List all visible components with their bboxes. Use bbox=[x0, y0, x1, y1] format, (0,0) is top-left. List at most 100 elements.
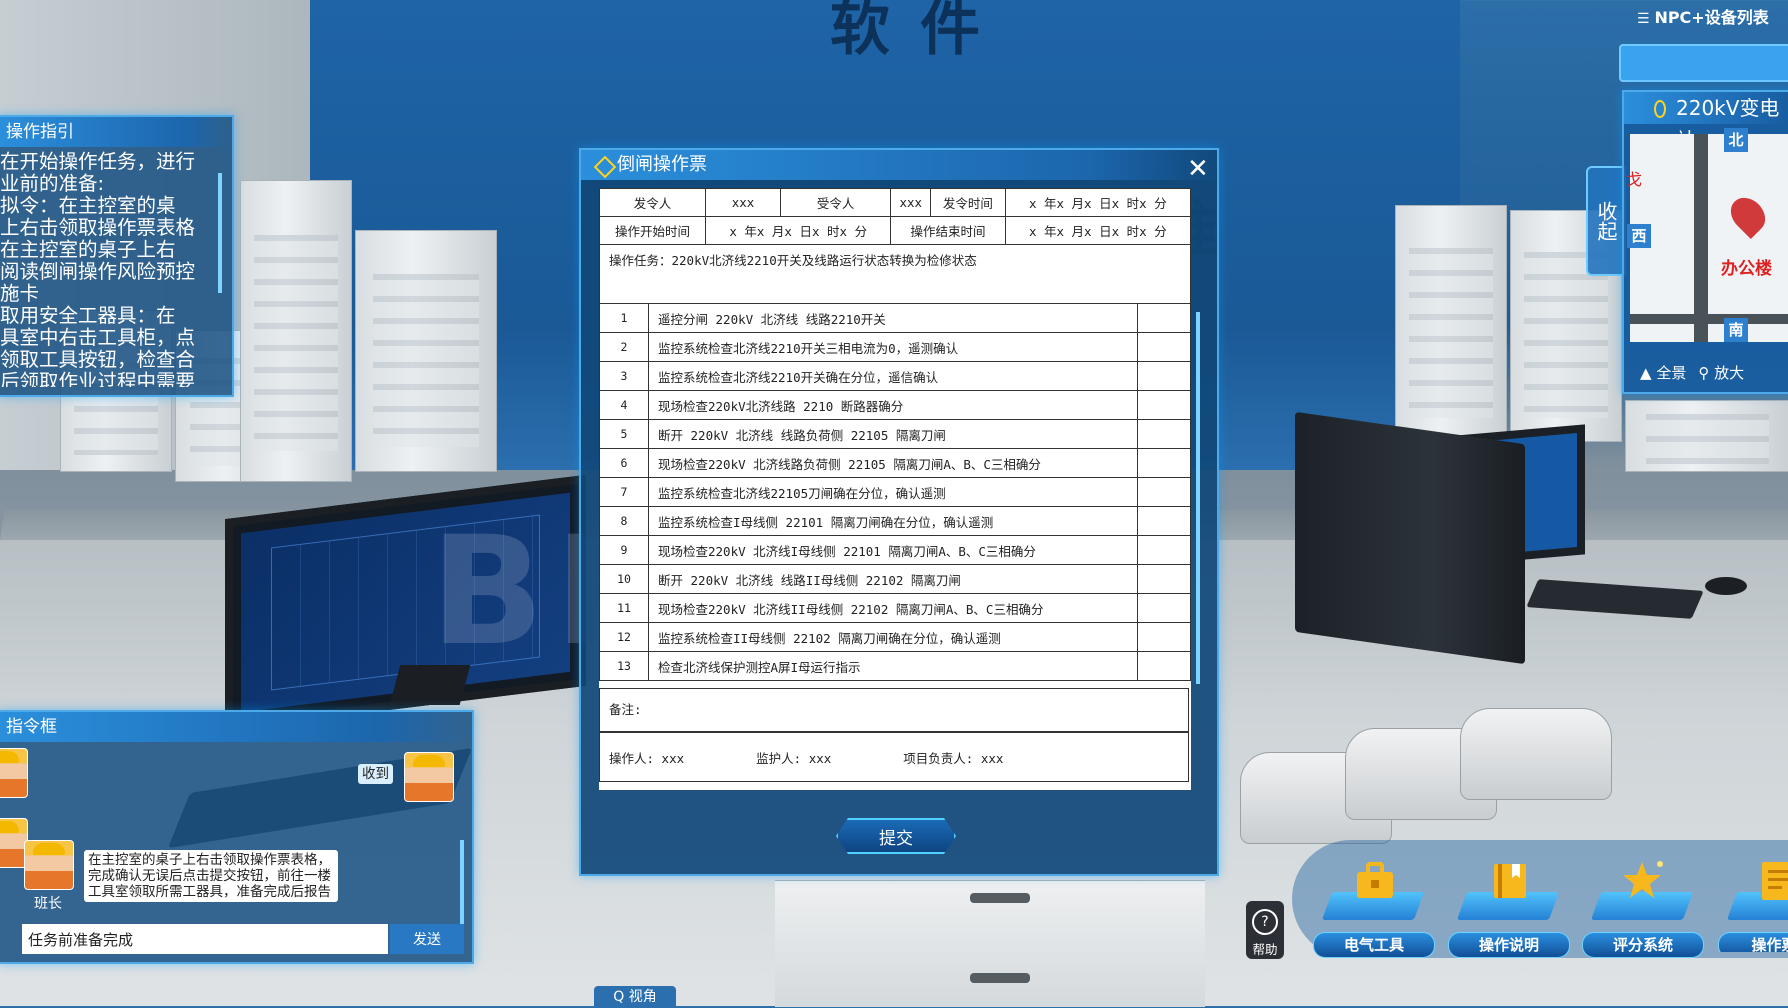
table-row: 1 遥控分闸 220kV 北济线 线路2210开关 bbox=[599, 303, 1191, 333]
ticket-scrollbar[interactable] bbox=[1196, 312, 1200, 684]
issue-time-value[interactable]: x 年x 月x 日x 时x 分 bbox=[1004, 188, 1191, 217]
tool-ticket-label: 操作票 bbox=[1718, 932, 1788, 952]
drawer-handle bbox=[970, 893, 1030, 903]
tool-ticket[interactable]: 操作票 bbox=[1718, 852, 1788, 952]
map-road bbox=[1630, 314, 1788, 324]
table-row: 8 监控系统检查I母线侧 22101 隔离刀闸确在分位，确认遥测 bbox=[599, 506, 1191, 536]
step-check-cell[interactable] bbox=[1137, 390, 1191, 420]
step-check-cell[interactable] bbox=[1137, 419, 1191, 449]
receiver-value[interactable]: xxx bbox=[890, 188, 932, 217]
ticket-title: 倒闸操作票 bbox=[617, 154, 707, 175]
table-row: 7 监控系统检查北济线22105刀闸确在分位，确认遥测 bbox=[599, 477, 1191, 507]
worker-avatar bbox=[404, 752, 454, 802]
received-label: 收到 bbox=[358, 764, 393, 784]
command-scrollbar[interactable] bbox=[460, 840, 464, 930]
step-check-cell[interactable] bbox=[1137, 448, 1191, 478]
step-text: 断开 220kV 北济线 线路II母线侧 22102 隔离刀闸 bbox=[648, 564, 1138, 594]
map-tools: ▲ 全景 ⚲ 放大 bbox=[1640, 362, 1788, 386]
map-road bbox=[1694, 134, 1708, 342]
toolbox-icon bbox=[1357, 862, 1393, 898]
guardian: 监护人: xxx bbox=[756, 750, 832, 766]
step-text: 监控系统检查I母线侧 22101 隔离刀闸确在分位，确认遥测 bbox=[648, 506, 1138, 536]
step-check-cell[interactable] bbox=[1137, 651, 1191, 681]
step-number: 8 bbox=[599, 506, 649, 536]
phone[interactable] bbox=[1460, 708, 1612, 800]
guide-title: 操作指引 bbox=[0, 117, 232, 147]
close-button[interactable]: ✕ bbox=[1181, 154, 1209, 181]
step-check-cell[interactable] bbox=[1137, 361, 1191, 391]
step-number: 10 bbox=[599, 564, 649, 594]
submit-button[interactable]: 提交 bbox=[836, 818, 956, 854]
table-row: 2 监控系统检查北济线2210开关三相电流为0，遥测确认 bbox=[599, 332, 1191, 362]
minimap[interactable] bbox=[1630, 134, 1788, 342]
table-row: 11 现场检查220kV 北济线II母线侧 22102 隔离刀闸A、B、C三相确分 bbox=[599, 593, 1191, 623]
tool-instructions[interactable]: 操作说明 bbox=[1448, 852, 1570, 958]
step-number: 3 bbox=[599, 361, 649, 391]
step-check-cell[interactable] bbox=[1137, 477, 1191, 507]
project-manager: 项目负责人: xxx bbox=[903, 750, 1004, 766]
operator: 操作人: xxx bbox=[609, 750, 685, 766]
table-row: 3 监控系统检查北济线2210开关确在分位，遥信确认 bbox=[599, 361, 1191, 391]
cabinet bbox=[355, 230, 497, 472]
step-check-cell[interactable] bbox=[1137, 564, 1191, 594]
step-number: 6 bbox=[599, 448, 649, 478]
step-text: 遥控分闸 220kV 北济线 线路2210开关 bbox=[648, 303, 1138, 333]
cabinet bbox=[1395, 205, 1507, 442]
compass-west: 西 bbox=[1627, 224, 1651, 248]
table-row: 9 现场检查220kV 北济线I母线侧 22101 隔离刀闸A、B、C三相确分 bbox=[599, 535, 1191, 565]
view-angle-button[interactable]: Q 视角 bbox=[594, 986, 676, 1008]
receiver-label: 受令人 bbox=[779, 188, 892, 217]
tool-scoring-label: 评分系统 bbox=[1582, 932, 1704, 958]
step-check-cell[interactable] bbox=[1137, 332, 1191, 362]
step-check-cell[interactable] bbox=[1137, 506, 1191, 536]
table-row: 6 现场检查220kV 北济线路负荷侧 22105 隔离刀闸A、B、C三相确分 bbox=[599, 448, 1191, 478]
list-icon: ☰ bbox=[1637, 11, 1655, 27]
help-button[interactable]: ? 帮助 bbox=[1246, 901, 1284, 959]
star-icon bbox=[1623, 861, 1663, 898]
zoom-in-button[interactable]: ⚲ 放大 bbox=[1698, 362, 1744, 386]
wall-title-text: 软件 bbox=[830, 0, 1010, 64]
fold-button[interactable]: 收起 bbox=[1586, 166, 1626, 276]
command-title: 指令框 bbox=[0, 712, 472, 742]
step-number: 12 bbox=[599, 622, 649, 652]
step-text: 现场检查220kV 北济线路负荷侧 22105 隔离刀闸A、B、C三相确分 bbox=[648, 448, 1138, 478]
guide-scrollbar[interactable] bbox=[218, 173, 222, 293]
book-icon bbox=[1494, 864, 1526, 898]
command-input[interactable] bbox=[22, 924, 388, 954]
help-label: 帮助 bbox=[1252, 942, 1278, 957]
issuer-label: 发令人 bbox=[599, 188, 707, 217]
step-text: 监控系统检查北济线2210开关三相电流为0，遥测确认 bbox=[648, 332, 1138, 362]
end-time-label: 操作结束时间 bbox=[890, 216, 1006, 245]
table-row: 4 现场检查220kV北济线路 2210 断路器确分 bbox=[599, 390, 1191, 420]
table-row: 10 断开 220kV 北济线 线路II母线侧 22102 隔离刀闸 bbox=[599, 564, 1191, 594]
step-number: 2 bbox=[599, 332, 649, 362]
tool-electrical[interactable]: 电气工具 bbox=[1313, 852, 1435, 958]
step-text: 现场检查220kV北济线路 2210 断路器确分 bbox=[648, 390, 1138, 420]
mouse bbox=[1705, 577, 1747, 595]
step-number: 7 bbox=[599, 477, 649, 507]
step-check-cell[interactable] bbox=[1137, 593, 1191, 623]
step-check-cell[interactable] bbox=[1137, 622, 1191, 652]
step-check-cell[interactable] bbox=[1137, 535, 1191, 565]
leader-message: 在主控室的桌子上右击领取操作票表格，完成确认无误后点击提交按钮，前往一楼工具室领… bbox=[84, 850, 338, 902]
bar-chart-icon: ▲ bbox=[1640, 364, 1657, 382]
step-text: 断开 220kV 北济线 线路负荷侧 22105 隔离刀闸 bbox=[648, 419, 1138, 449]
remark-field[interactable]: 备注: bbox=[599, 688, 1189, 732]
question-icon: ? bbox=[1252, 909, 1278, 935]
issuer-value[interactable]: xxx bbox=[705, 188, 781, 217]
npc-list-button[interactable]: ☰ NPC+设备列表 bbox=[1637, 4, 1788, 28]
start-time-value[interactable]: x 年x 月x 日x 时x 分 bbox=[705, 216, 892, 245]
tool-scoring[interactable]: 评分系统 bbox=[1582, 852, 1704, 958]
full-view-label: 全景 bbox=[1656, 364, 1687, 382]
pc-tower[interactable] bbox=[1295, 411, 1525, 665]
cabinet bbox=[240, 180, 352, 482]
step-text: 监控系统检查II母线侧 22102 隔离刀闸确在分位，确认遥测 bbox=[648, 622, 1138, 652]
send-button[interactable]: 发送 bbox=[390, 924, 464, 954]
full-view-button[interactable]: ▲ 全景 bbox=[1640, 362, 1686, 386]
map-office-label[interactable]: 办公楼 bbox=[1721, 254, 1772, 279]
step-check-cell[interactable] bbox=[1137, 303, 1191, 333]
npc-search-bar[interactable] bbox=[1619, 44, 1788, 82]
step-text: 检查北济线保护测控A屏I母运行指示 bbox=[648, 651, 1138, 681]
end-time-value[interactable]: x 年x 月x 日x 时x 分 bbox=[1004, 216, 1191, 245]
compass-south: 南 bbox=[1724, 318, 1748, 342]
